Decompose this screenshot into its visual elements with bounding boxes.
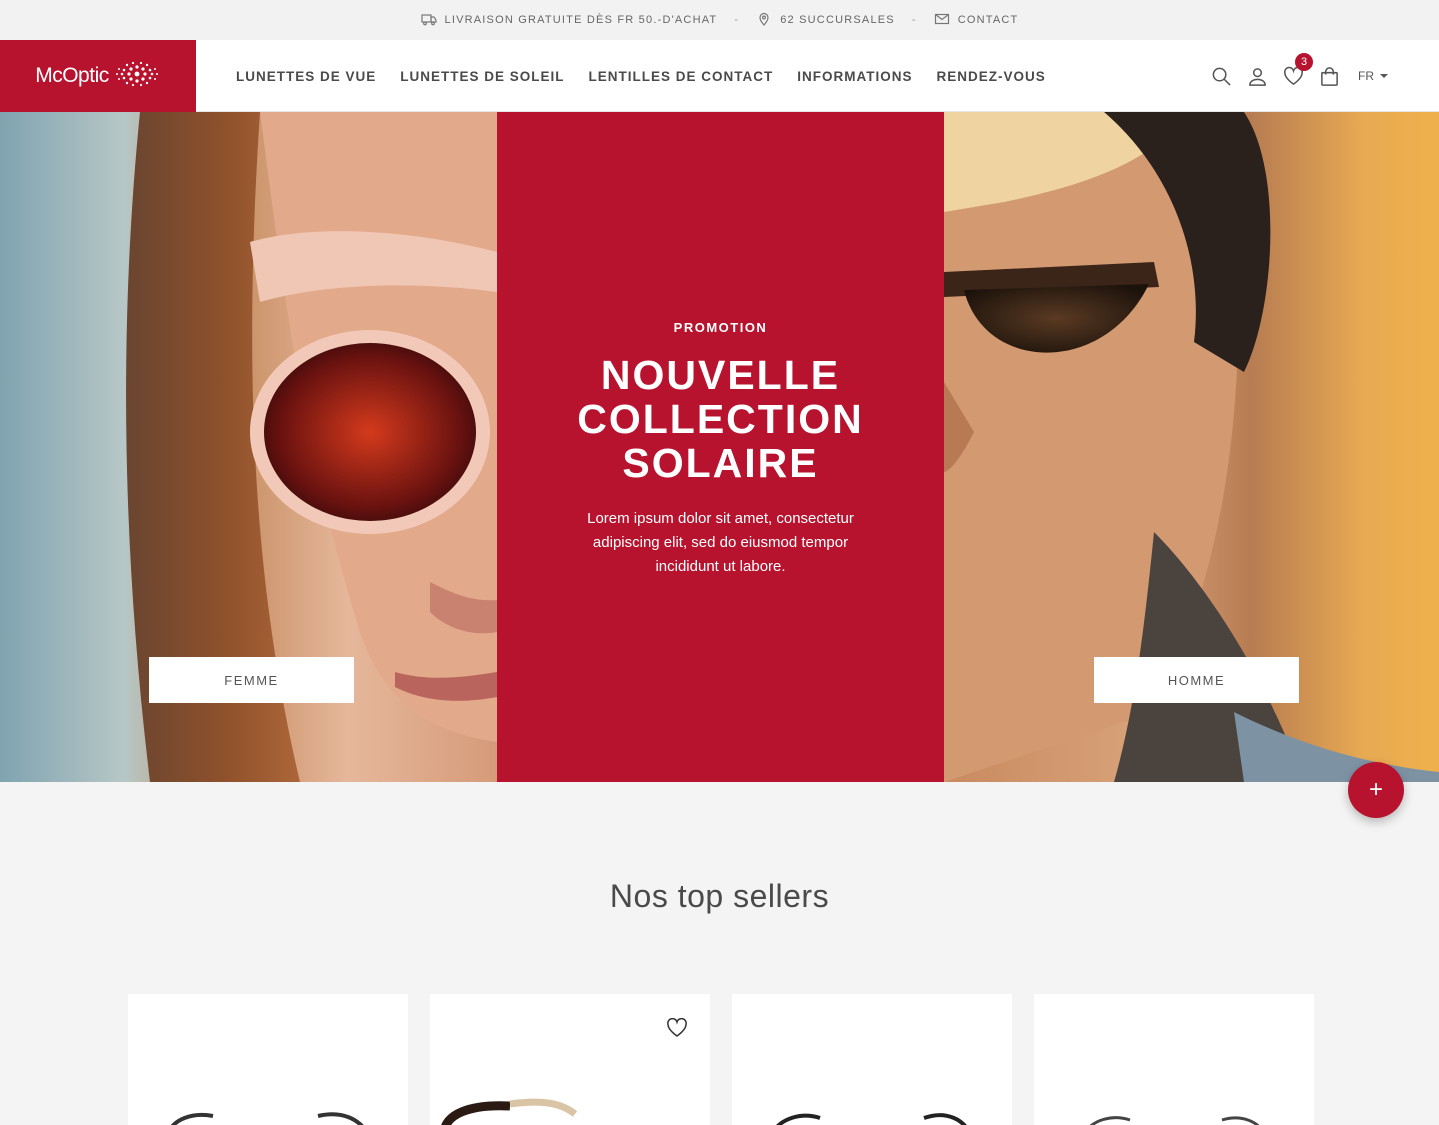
chevron-down-icon — [1380, 74, 1388, 78]
nav-informations[interactable]: INFORMATIONS — [797, 69, 912, 84]
main-nav: LUNETTES DE VUE LUNETTES DE SOLEIL LENTI… — [236, 40, 1046, 112]
contact-text: CONTACT — [957, 14, 1019, 26]
shipping-info: LIVRAISON GRATUITE DÈS FR 50.-D'ACHAT — [420, 12, 718, 29]
hero-image-man: HOMME — [944, 112, 1439, 782]
header-actions: 3 FR — [1210, 40, 1388, 112]
branches-link[interactable]: 62 SUCCURSALES — [756, 12, 895, 29]
language-selector[interactable]: FR — [1358, 69, 1388, 83]
user-icon[interactable] — [1246, 65, 1268, 87]
separator: - — [911, 14, 917, 26]
promo-title: NOUVELLE COLLECTION SOLAIRE — [577, 352, 864, 486]
hero-image-woman: FEMME — [0, 112, 497, 782]
glasses-image — [171, 1112, 364, 1125]
main-header: McOptic LUNETTES DE VUE LUNETTES DE SOLE… — [0, 40, 1439, 112]
product-card[interactable] — [732, 994, 1012, 1125]
nav-lentilles-de-contact[interactable]: LENTILLES DE CONTACT — [589, 69, 774, 84]
homme-button[interactable]: HOMME — [1094, 657, 1299, 703]
separator: - — [734, 14, 740, 26]
wishlist-count-badge: 3 — [1295, 53, 1313, 71]
search-icon[interactable] — [1210, 65, 1232, 87]
glasses-image — [441, 1098, 578, 1125]
branches-text: 62 SUCCURSALES — [780, 14, 895, 26]
location-pin-icon — [756, 12, 772, 29]
promotion-panel: PROMOTION NOUVELLE COLLECTION SOLAIRE Lo… — [497, 112, 944, 782]
glasses-image — [776, 1113, 967, 1125]
top-info-bar: LIVRAISON GRATUITE DÈS FR 50.-D'ACHAT - … — [0, 0, 1439, 40]
glasses-image — [1089, 1116, 1260, 1125]
shopping-bag-icon[interactable] — [1318, 65, 1340, 87]
hero-banner: FEMME PROMOTION NOUVELLE COLLECTION SOLA… — [0, 112, 1439, 782]
heart-icon[interactable] — [666, 1017, 688, 1038]
nav-lunettes-de-vue[interactable]: LUNETTES DE VUE — [236, 69, 376, 84]
product-card[interactable] — [128, 994, 408, 1125]
truck-icon — [420, 12, 437, 29]
mail-icon — [934, 12, 950, 29]
logo-text: McOptic — [35, 64, 109, 87]
product-card[interactable] — [430, 994, 710, 1125]
nav-rendez-vous[interactable]: RENDEZ-VOUS — [937, 69, 1046, 84]
section-title: Nos top sellers — [609, 878, 830, 914]
promo-description: Lorem ipsum dolor sit amet, consectetur … — [587, 510, 854, 575]
nav-lunettes-de-soleil[interactable]: LUNETTES DE SOLEIL — [400, 69, 564, 84]
femme-button[interactable]: FEMME — [149, 657, 354, 703]
language-label: FR — [1358, 69, 1374, 83]
floating-add-button[interactable]: + — [1348, 762, 1404, 818]
logo[interactable]: McOptic — [0, 40, 196, 112]
product-card[interactable] — [1034, 994, 1314, 1125]
promo-label: PROMOTION — [673, 320, 768, 335]
logo-eye-icon — [113, 59, 161, 94]
product-cards — [128, 994, 1314, 1125]
wishlist-heart-icon[interactable]: 3 — [1282, 53, 1313, 87]
shipping-text: LIVRAISON GRATUITE DÈS FR 50.-D'ACHAT — [444, 14, 718, 26]
contact-link[interactable]: CONTACT — [934, 12, 1019, 29]
